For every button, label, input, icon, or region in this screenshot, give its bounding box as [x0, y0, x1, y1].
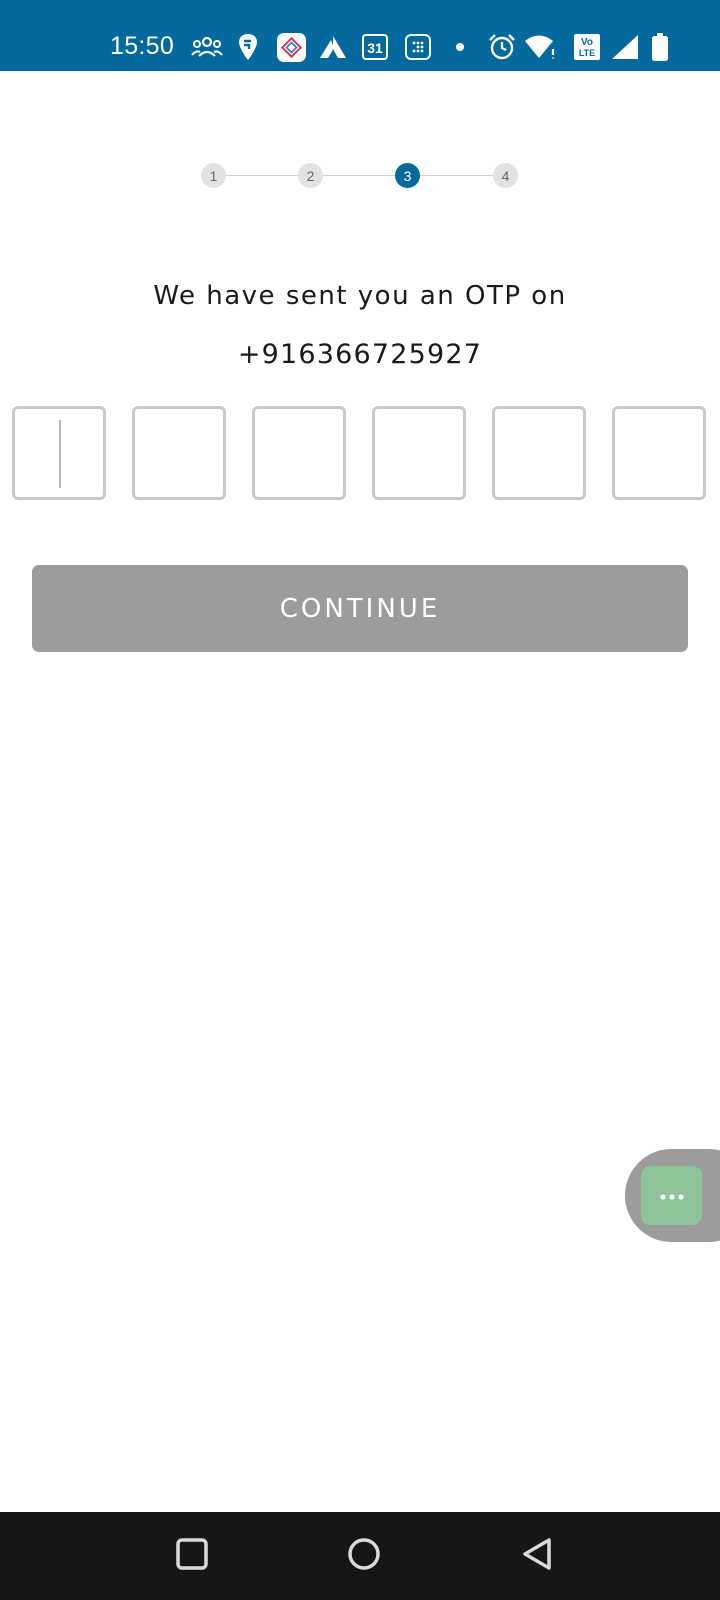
otp-phone-number: +916366725927	[237, 339, 483, 370]
home-button[interactable]	[340, 1532, 388, 1580]
wifi-icon	[524, 32, 558, 62]
volte-icon: Vo LTE	[572, 32, 602, 62]
chat-dots-icon	[659, 1186, 685, 1205]
otp-digit-2[interactable]	[132, 406, 226, 500]
status-time: 15:50	[110, 32, 175, 60]
calendar-day: 31	[367, 40, 383, 56]
otp-digit-4[interactable]	[372, 406, 466, 500]
back-icon	[521, 1537, 553, 1575]
step-2: 2	[298, 163, 323, 188]
signal-icon	[610, 32, 640, 62]
calendar-icon: 31	[361, 32, 389, 62]
volte-label-top: Vo	[581, 37, 593, 48]
recents-icon	[176, 1538, 208, 1574]
status-bar: 15:50 31 Vo LTE	[0, 0, 720, 71]
back-button[interactable]	[513, 1532, 561, 1580]
otp-message: We have sent you an OTP on	[153, 281, 567, 311]
step-3-active: 3	[395, 163, 420, 188]
chat-button[interactable]	[641, 1166, 702, 1225]
recents-button[interactable]	[168, 1532, 216, 1580]
app-notification-icon	[275, 32, 307, 62]
otp-digit-5[interactable]	[492, 406, 586, 500]
otp-digit-6[interactable]	[612, 406, 706, 500]
alarm-icon	[488, 32, 516, 62]
battery-icon	[649, 32, 671, 62]
step-1: 1	[201, 163, 226, 188]
text-cursor	[59, 420, 61, 488]
step-4: 4	[493, 163, 518, 188]
axis-icon	[319, 32, 347, 62]
volte-label-bottom: LTE	[579, 48, 595, 58]
stepper-line	[213, 175, 504, 176]
swiggy-icon	[236, 32, 260, 62]
groups-icon	[190, 32, 224, 62]
home-icon	[347, 1537, 381, 1575]
otp-digit-3[interactable]	[252, 406, 346, 500]
continue-button[interactable]: CONTINUE	[32, 565, 688, 652]
dot-icon	[454, 32, 466, 62]
dialpad-icon	[403, 32, 433, 62]
